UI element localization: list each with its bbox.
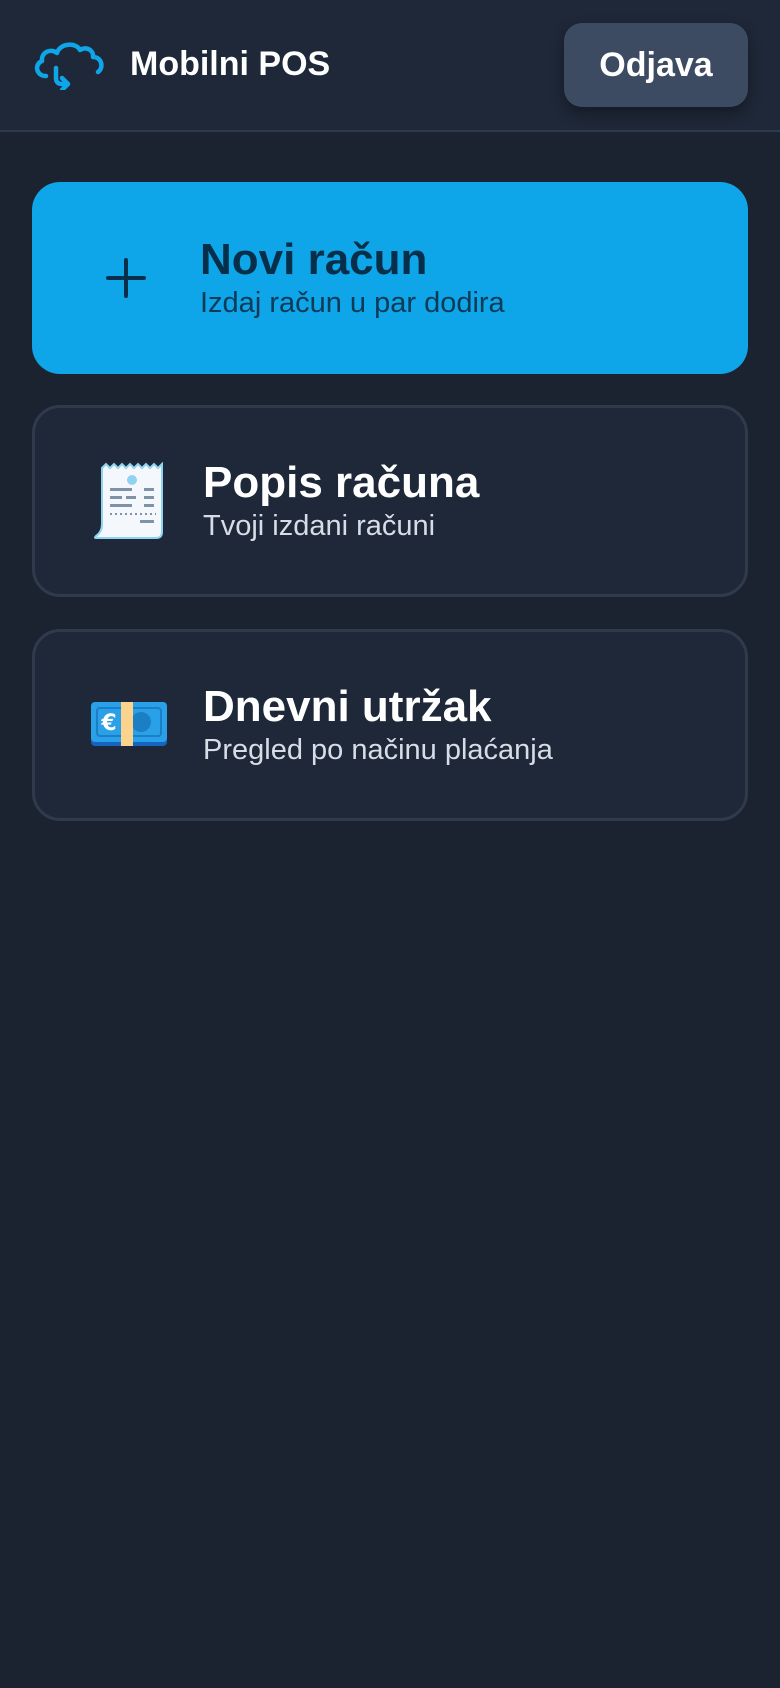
top-bar: Mobilni POS Odjava — [0, 0, 780, 132]
daily-revenue-text: Dnevni utržak Pregled po načinu plaćanja — [203, 682, 553, 768]
invoice-list-text: Popis računa Tvoji izdani računi — [203, 458, 479, 544]
invoice-list-title: Popis računa — [203, 458, 480, 507]
daily-revenue-subtitle: Pregled po načinu plaćanja — [203, 734, 553, 766]
plus-icon — [84, 236, 168, 320]
svg-text:€: € — [100, 711, 116, 736]
receipt-icon — [87, 459, 171, 543]
new-invoice-subtitle: Izdaj račun u par dodira — [200, 287, 505, 319]
new-invoice-text: Novi račun Izdaj račun u par dodira — [200, 235, 505, 321]
daily-revenue-card[interactable]: € Dnevni utržak Pregled po načinu plaćan… — [32, 629, 748, 821]
new-invoice-title: Novi račun — [200, 235, 428, 284]
daily-revenue-title: Dnevni utržak — [203, 682, 492, 731]
cloud-sync-icon — [32, 38, 106, 93]
invoice-list-card[interactable]: Popis računa Tvoji izdani računi — [32, 405, 748, 597]
new-invoice-card[interactable]: Novi račun Izdaj račun u par dodira — [32, 182, 748, 374]
euro-banknote-icon: € — [87, 683, 171, 767]
app-title: Mobilni POS — [130, 45, 331, 83]
logout-button[interactable]: Odjava — [564, 23, 748, 107]
invoice-list-subtitle: Tvoji izdani računi — [203, 510, 436, 542]
